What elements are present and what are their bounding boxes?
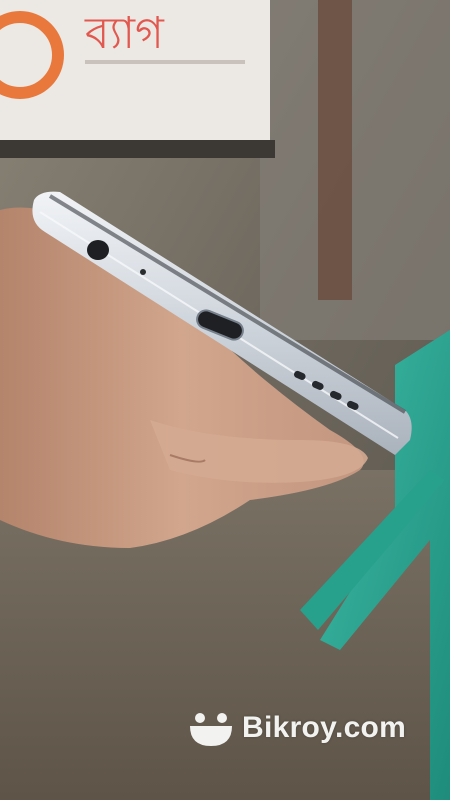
- headphone-jack: [87, 240, 109, 260]
- watermark: Bikroy.com: [188, 706, 406, 750]
- signboard-lettering: ব্যাগ: [84, 8, 165, 59]
- watermark-text: Bikroy.com: [242, 711, 407, 744]
- microphone-hole: [140, 269, 146, 275]
- signboard-underline: [85, 60, 245, 64]
- wall-panel: [260, 0, 450, 340]
- signboard-frame: [0, 140, 275, 158]
- photo-illustration: ব্যাগ: [0, 0, 450, 800]
- photo-scene: ব্যাগ Bikroy.com: [0, 0, 450, 800]
- wooden-post: [318, 0, 352, 300]
- bikroy-logo-icon: [190, 713, 232, 746]
